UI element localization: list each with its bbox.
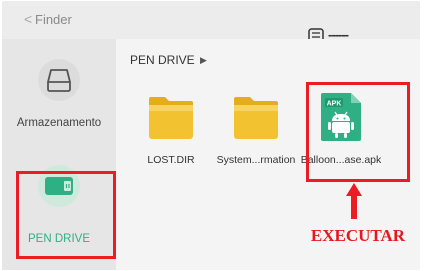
file-name: System...rmation [216, 154, 296, 166]
annotation-label: EXECUTAR [310, 226, 406, 245]
app-title: Finder [35, 12, 72, 27]
file-item-system-information[interactable]: System...rmation [215, 91, 297, 187]
back-button[interactable]: < [24, 11, 32, 27]
sidebar-item-label: Armazenamento [16, 117, 102, 129]
storage-drive-icon [47, 69, 71, 92]
apk-highlight-box [306, 82, 410, 182]
breadcrumb-arrow-icon: ▶ [200, 55, 207, 65]
folder-icon [230, 91, 282, 143]
pen-drive-highlight-box [16, 171, 116, 259]
arrow-up-icon [346, 183, 362, 219]
folder-icon [145, 91, 197, 143]
breadcrumb[interactable]: PEN DRIVE [130, 53, 195, 67]
storage-icon-circle [38, 59, 80, 101]
file-name: LOST.DIR [147, 154, 195, 166]
top-bar: < Finder ------ [2, 1, 420, 42]
sidebar-item-storage[interactable]: Armazenamento [2, 53, 116, 149]
file-item-lost-dir[interactable]: LOST.DIR [130, 91, 212, 187]
